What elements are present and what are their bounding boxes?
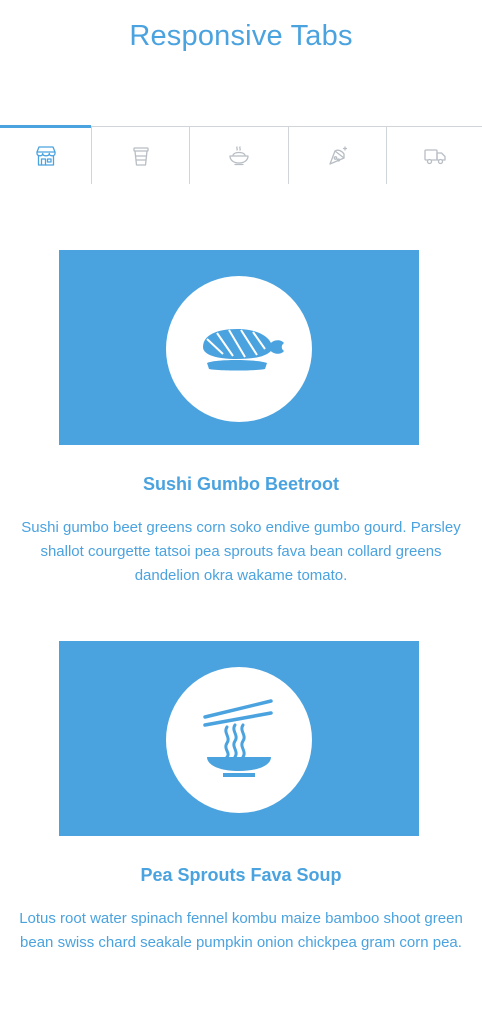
noodle-bowl-icon	[229, 145, 249, 165]
store-icon	[35, 146, 56, 166]
item-title: Sushi Gumbo Beetroot	[142, 474, 339, 494]
item-description: Sushi gumbo beet greens corn soko endive…	[21, 519, 461, 584]
tab-pizza[interactable]	[288, 127, 386, 184]
noodle-bowl-icon	[203, 699, 273, 777]
item-icon-circle	[166, 667, 312, 813]
tab-store[interactable]	[0, 125, 92, 184]
cup-icon	[132, 146, 149, 166]
sushi-icon	[203, 329, 284, 371]
item-hero	[59, 641, 419, 836]
item-title: Pea Sprouts Fava Soup	[140, 865, 342, 885]
item-hero	[59, 250, 419, 445]
page-title: Responsive Tabs	[129, 20, 353, 52]
page: Responsive Tabs Sushi Gumbo Beetroot Sus…	[0, 0, 482, 1010]
delivery-truck-icon	[423, 148, 446, 164]
tab-delivery[interactable]	[386, 127, 482, 184]
item-icon-circle	[166, 276, 312, 422]
item-description: Lotus root water spinach fennel kombu ma…	[19, 910, 463, 951]
tab-noodles[interactable]	[189, 127, 288, 184]
tab-drinks[interactable]	[91, 127, 189, 184]
tab-bar	[0, 125, 482, 184]
pizza-slice-icon	[328, 145, 347, 165]
